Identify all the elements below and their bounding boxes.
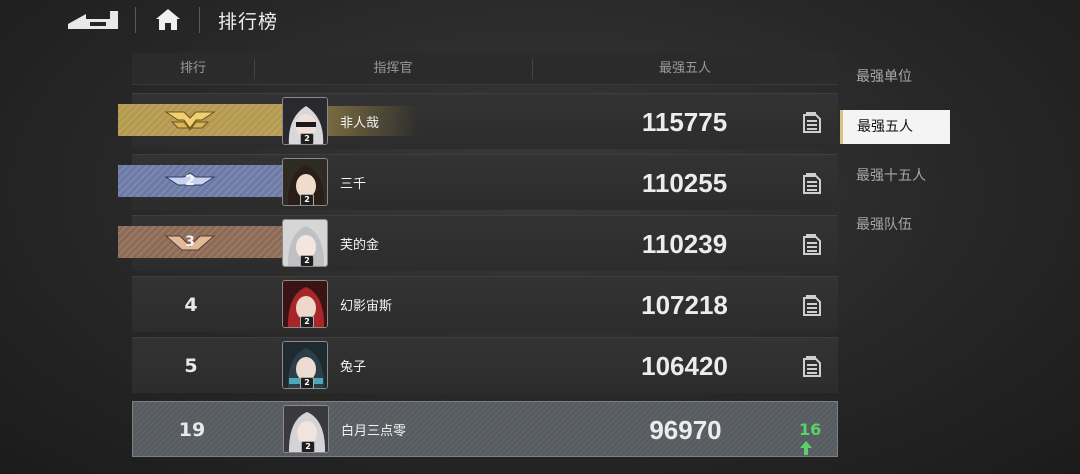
player-name: 兔子 xyxy=(340,360,367,375)
avatar[interactable]: 2 xyxy=(282,219,328,267)
avatar[interactable]: 2 xyxy=(282,280,328,328)
table-row[interactable]: 3 2 芙的金 110239 xyxy=(118,215,838,271)
player-name: 三千 xyxy=(340,177,367,192)
level-badge: 2 xyxy=(300,255,314,266)
power-score: 106420 xyxy=(641,351,728,381)
divider xyxy=(199,7,200,33)
back-button[interactable] xyxy=(66,8,122,32)
table-row[interactable]: 2 2 三千 110255 xyxy=(118,154,838,210)
rank-wings-icon xyxy=(164,111,216,131)
document-icon[interactable] xyxy=(802,172,822,194)
power-score: 110255 xyxy=(641,168,728,198)
home-icon xyxy=(156,9,180,30)
power-score: 110239 xyxy=(641,229,728,259)
column-header-score: 最强五人 xyxy=(658,61,711,76)
document-icon[interactable] xyxy=(802,233,822,255)
rank-number: 4 xyxy=(184,294,198,316)
rank-change: 16 xyxy=(799,420,837,458)
document-icon[interactable] xyxy=(802,294,822,316)
player-name: 芙的金 xyxy=(340,238,380,253)
rank-badge-blue: 2 xyxy=(118,165,282,197)
page-title: 排行榜 xyxy=(218,11,279,33)
column-header-commander: 指挥官 xyxy=(373,61,413,76)
power-score: 96970 xyxy=(649,415,722,445)
rank-number: 2 xyxy=(185,173,195,189)
player-name: 非人哉 xyxy=(340,116,380,131)
avatar[interactable]: 2 xyxy=(282,341,328,389)
table-header: 排行 指挥官 最强五人 xyxy=(132,53,838,85)
table-row[interactable]: 4 2 幻影宙斯 107218 xyxy=(132,276,838,332)
top-bar: 排行榜 xyxy=(0,0,1080,40)
leaderboard-table: 排行 指挥官 最强五人 2 非人哉 115775 2 2 三千 110255 3… xyxy=(118,53,838,457)
player-name: 幻影宙斯 xyxy=(340,299,393,314)
tab-strongest-team[interactable]: 最强队伍 xyxy=(840,208,990,242)
home-button[interactable] xyxy=(153,7,183,33)
tab-strongest-unit[interactable]: 最强单位 xyxy=(840,60,990,94)
level-badge: 2 xyxy=(300,194,314,205)
level-badge: 2 xyxy=(300,316,314,327)
back-arrow-icon xyxy=(68,11,118,29)
power-score: 107218 xyxy=(641,290,728,320)
power-score: 115775 xyxy=(641,107,728,137)
document-icon[interactable] xyxy=(802,111,822,133)
level-badge: 2 xyxy=(301,441,315,452)
column-header-rank: 排行 xyxy=(179,61,206,76)
rank-badge-gold xyxy=(118,104,282,136)
avatar[interactable]: 2 xyxy=(282,97,328,145)
table-row[interactable]: 5 2 兔子 106420 xyxy=(132,337,838,393)
table-row[interactable]: 2 非人哉 115775 xyxy=(118,93,838,149)
level-badge: 2 xyxy=(300,377,314,388)
arrow-up-icon xyxy=(800,441,812,455)
rank-number: 3 xyxy=(185,234,195,250)
divider xyxy=(135,7,136,33)
rank-badge-bronze: 3 xyxy=(118,226,282,258)
rank-number: 5 xyxy=(184,355,198,377)
tab-strongest-fifteen[interactable]: 最强十五人 xyxy=(840,159,990,193)
avatar[interactable]: 2 xyxy=(282,158,328,206)
avatar[interactable]: 2 xyxy=(283,405,329,453)
player-name: 白月三点零 xyxy=(341,424,407,439)
my-rank-row[interactable]: 19 2 白月三点零 96970 16 xyxy=(132,401,838,457)
rank-change-value: 16 xyxy=(799,420,822,439)
tab-strongest-five[interactable]: 最强五人 xyxy=(840,110,950,144)
document-icon[interactable] xyxy=(802,355,822,377)
level-badge: 2 xyxy=(300,133,314,144)
rank-number: 19 xyxy=(178,419,206,441)
